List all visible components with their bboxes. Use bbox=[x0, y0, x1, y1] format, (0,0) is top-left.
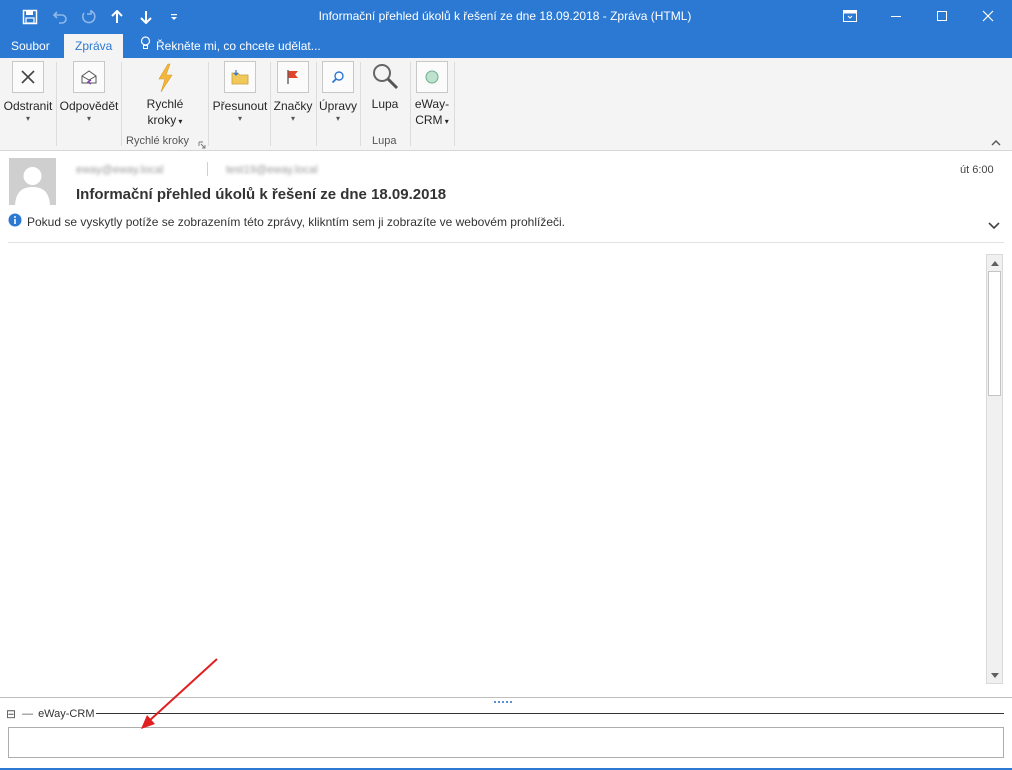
minimize-icon[interactable] bbox=[873, 0, 919, 32]
window-title: Informační přehled úkolů k řešení ze dne… bbox=[318, 9, 692, 23]
editing-button[interactable]: Úpravy ▾ bbox=[318, 58, 358, 138]
ribbon-display-icon[interactable] bbox=[827, 0, 873, 32]
eway-label-2: CRM ▾ bbox=[415, 113, 449, 127]
eway-crm-pane-title: eWay-CRM bbox=[38, 708, 95, 720]
eway-crm-pane-header: ⊟ — eWay-CRM bbox=[6, 707, 95, 721]
editing-label: Úpravy bbox=[318, 99, 357, 113]
move-folder-icon bbox=[224, 61, 256, 93]
collapse-ribbon-icon[interactable] bbox=[990, 136, 1002, 150]
close-icon[interactable] bbox=[965, 0, 1011, 32]
info-icon bbox=[8, 213, 22, 230]
splitter-grip-icon[interactable] bbox=[493, 693, 515, 703]
dialog-launcher-icon[interactable] bbox=[198, 138, 206, 152]
respond-button[interactable]: Odpovědět ▾ bbox=[58, 58, 120, 138]
info-bar-text: Pokud se vyskytly potíže se zobrazením t… bbox=[27, 214, 565, 229]
chevron-down-icon[interactable] bbox=[987, 220, 1001, 234]
magnifier-icon bbox=[370, 61, 400, 91]
message-subject: Informační přehled úkolů k řešení ze dne… bbox=[76, 186, 447, 203]
save-icon[interactable] bbox=[19, 6, 41, 28]
flag-icon bbox=[277, 61, 309, 93]
recipient-address[interactable]: test19@eway.local bbox=[226, 164, 318, 176]
scroll-thumb[interactable] bbox=[988, 271, 1001, 396]
collapse-toggle-icon[interactable]: ⊟ bbox=[6, 707, 16, 721]
chevron-down-icon: ▾ bbox=[290, 114, 295, 123]
tell-me-box[interactable]: Řekněte mi, co chcete udělat... bbox=[140, 34, 321, 58]
down-arrow-icon[interactable] bbox=[135, 6, 157, 28]
ribbon-tabs: Soubor Zpráva Řekněte mi, co chcete uděl… bbox=[0, 34, 1012, 58]
chevron-down-icon: ▾ bbox=[237, 114, 242, 123]
ribbon: Odstranit ▾ Odpovědět ▾ Rychlé kroky ▾ R… bbox=[0, 58, 1012, 151]
title-bar: Informační přehled úkolů k řešení ze dne… bbox=[0, 0, 1012, 34]
lightbulb-icon bbox=[140, 34, 151, 58]
vertical-scrollbar[interactable] bbox=[986, 254, 1003, 684]
zoom-group-label: Lupa bbox=[372, 135, 397, 147]
ribbon-separator bbox=[56, 62, 57, 146]
eway-label-1: eWay- bbox=[414, 97, 450, 111]
pane-dash: — bbox=[22, 708, 34, 720]
chevron-down-icon: ▾ bbox=[25, 114, 30, 123]
eway-circle-icon bbox=[416, 61, 448, 93]
undo-icon[interactable] bbox=[49, 6, 71, 28]
respond-label: Odpovědět bbox=[59, 99, 119, 113]
ribbon-separator bbox=[121, 62, 122, 146]
lightning-icon bbox=[150, 61, 180, 95]
ribbon-separator bbox=[208, 62, 209, 146]
chevron-down-icon: ▾ bbox=[86, 114, 91, 123]
quick-steps-button[interactable]: Rychlé kroky ▾ bbox=[134, 58, 196, 138]
customize-icon[interactable] bbox=[163, 6, 185, 28]
tab-zprava[interactable]: Zpráva bbox=[64, 34, 124, 58]
search-edit-icon bbox=[322, 61, 354, 93]
tags-label: Značky bbox=[273, 99, 313, 113]
annotation-arrow bbox=[141, 658, 218, 729]
quick-steps-label-1: Rychlé bbox=[146, 97, 184, 111]
ribbon-separator bbox=[360, 62, 361, 146]
chevron-down-icon: ▾ bbox=[335, 114, 340, 123]
maximize-icon[interactable] bbox=[919, 0, 965, 32]
info-bar[interactable]: Pokud se vyskytly potíže se zobrazením t… bbox=[8, 213, 565, 230]
received-time: út 6:00 bbox=[960, 164, 994, 176]
zoom-label: Lupa bbox=[371, 97, 399, 111]
respond-icon bbox=[73, 61, 105, 93]
delete-label: Odstranit bbox=[3, 99, 53, 113]
move-button[interactable]: Přesunout ▾ bbox=[210, 58, 270, 138]
tab-soubor[interactable]: Soubor bbox=[0, 34, 61, 58]
eway-crm-button[interactable]: eWay- CRM ▾ bbox=[412, 58, 452, 138]
move-label: Přesunout bbox=[212, 99, 268, 113]
quick-steps-label-2: kroky ▾ bbox=[147, 113, 183, 127]
header-separator bbox=[207, 162, 208, 176]
ribbon-separator bbox=[410, 62, 411, 146]
ribbon-separator bbox=[316, 62, 317, 146]
ribbon-separator bbox=[454, 62, 455, 146]
avatar bbox=[9, 158, 56, 205]
up-arrow-icon[interactable] bbox=[106, 6, 128, 28]
pane-title-rule bbox=[96, 713, 1004, 714]
redo-icon[interactable] bbox=[77, 6, 99, 28]
scroll-up-icon[interactable] bbox=[987, 255, 1002, 270]
scroll-down-icon[interactable] bbox=[987, 668, 1002, 683]
message-body[interactable] bbox=[8, 250, 984, 690]
ribbon-separator bbox=[270, 62, 271, 146]
tell-me-placeholder: Řekněte mi, co chcete udělat... bbox=[156, 39, 321, 53]
quick-steps-group-label: Rychlé kroky bbox=[126, 135, 189, 147]
zoom-button[interactable]: Lupa bbox=[364, 58, 406, 138]
tags-button[interactable]: Značky ▾ bbox=[272, 58, 314, 138]
delete-icon bbox=[12, 61, 44, 93]
delete-button[interactable]: Odstranit ▾ bbox=[2, 58, 54, 138]
header-divider bbox=[8, 242, 1004, 243]
sender-address[interactable]: eway@eway.local bbox=[76, 164, 163, 176]
